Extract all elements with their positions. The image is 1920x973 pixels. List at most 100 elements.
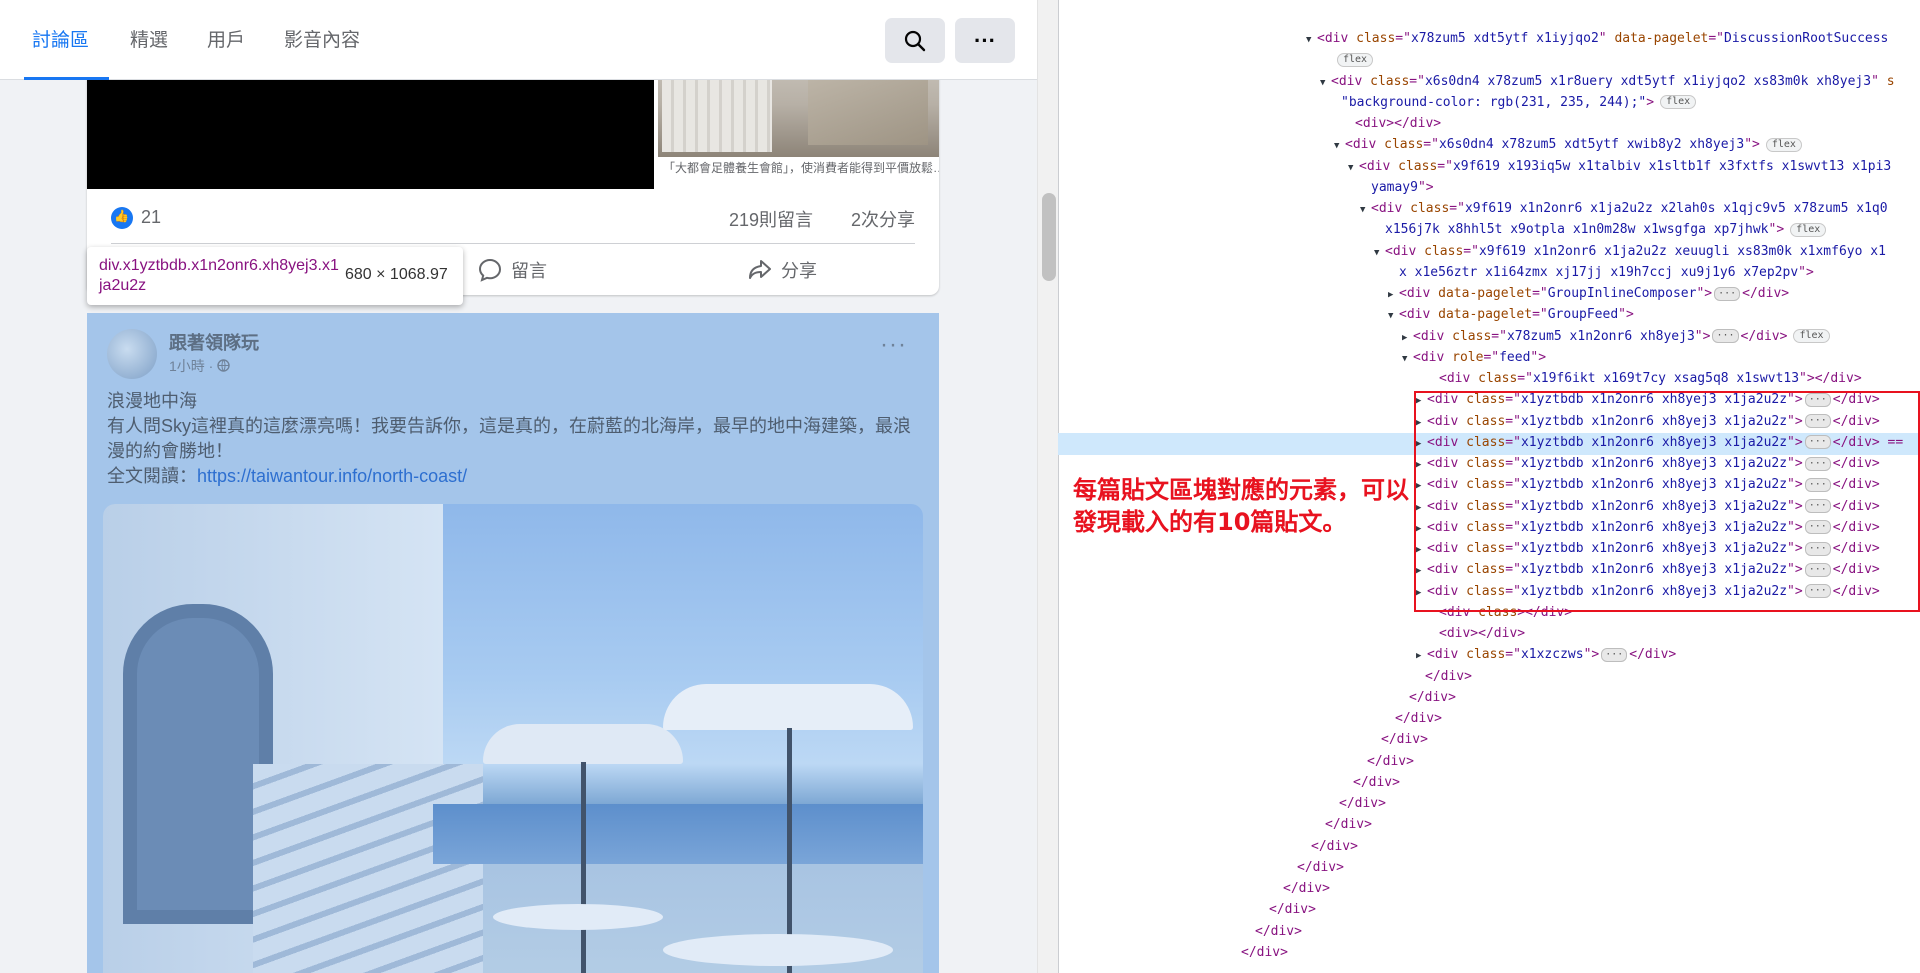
- search-button[interactable]: [885, 18, 945, 63]
- dom-node-line[interactable]: </div>: [1297, 857, 1344, 878]
- dom-node-line[interactable]: ▼ <div data-pagelet="GroupFeed">: [1388, 304, 1634, 325]
- dom-token: ">: [1417, 179, 1434, 195]
- dom-node-line[interactable]: </div>: [1339, 793, 1386, 814]
- dom-node-line[interactable]: <div></div>: [1439, 623, 1525, 644]
- avatar[interactable]: [107, 329, 157, 379]
- flex-badge[interactable]: flex: [1660, 95, 1697, 110]
- dom-token: =": [1463, 243, 1479, 259]
- comment-count[interactable]: 219則留言: [729, 206, 813, 232]
- post-timestamp[interactable]: 1小時 ·: [169, 356, 230, 376]
- share-count[interactable]: 2次分享: [851, 206, 915, 232]
- devtools-elements-panel: ▼ <div class="x78zum5 xdt5ytf x1iyjqo2" d…: [1058, 0, 1920, 973]
- collapse-triangle-icon[interactable]: ▶: [1402, 328, 1413, 349]
- dom-token: </div>: [1353, 774, 1400, 790]
- dom-token: =": [1409, 73, 1425, 89]
- dom-node-line[interactable]: ▼ <div class="x6s0dn4 x78zum5 x1r8uery xd…: [1320, 71, 1895, 92]
- post-author[interactable]: 跟著領隊玩: [169, 329, 259, 355]
- tab-media[interactable]: 影音內容: [264, 0, 380, 80]
- comment-button[interactable]: 留言: [477, 250, 547, 290]
- dom-token: x78zum5 xdt5ytf x1iyjqo2: [1410, 31, 1599, 46]
- dom-node-line[interactable]: </div>: [1395, 708, 1442, 729]
- dom-node-line[interactable]: </div>: [1311, 836, 1358, 857]
- post-link[interactable]: https://taiwantour.info/north-coast/: [197, 466, 467, 486]
- reaction-count[interactable]: 21: [141, 207, 161, 228]
- dom-node-line[interactable]: ▼ <div role="feed">: [1402, 347, 1546, 368]
- dom-node-line[interactable]: </div>: [1367, 751, 1414, 772]
- dom-node-line[interactable]: </div>: [1353, 772, 1400, 793]
- search-icon: [904, 30, 926, 51]
- post-time-text: 1小時 ·: [169, 358, 218, 374]
- dom-token: class: [1356, 31, 1396, 46]
- dom-node-line[interactable]: ▶ <div class="x1xzczws"> ··· </div>: [1416, 644, 1676, 665]
- expand-triangle-icon[interactable]: ▼: [1306, 30, 1317, 51]
- page-scrollbar[interactable]: [1037, 0, 1058, 973]
- collapsed-children-button[interactable]: ···: [1601, 647, 1628, 662]
- more-options-button[interactable]: ···: [955, 18, 1015, 63]
- dom-node-line[interactable]: "background-color: rgb(231, 235, 244);">…: [1341, 92, 1697, 113]
- expand-triangle-icon[interactable]: ▼: [1360, 200, 1371, 221]
- dom-token: </div>: [1425, 668, 1472, 684]
- expand-triangle-icon[interactable]: ▼: [1388, 306, 1399, 327]
- dom-node-line[interactable]: ▼ <div class="x9f619 x1n2onr6 x1ja2u2z x2…: [1360, 198, 1888, 219]
- dom-token: =": [1532, 307, 1548, 323]
- dom-token: </div>: [1381, 732, 1428, 748]
- photo-table: [493, 904, 663, 930]
- post-photo[interactable]: [103, 504, 923, 973]
- flex-badge[interactable]: flex: [1337, 52, 1374, 67]
- dom-node-line[interactable]: </div>: [1269, 899, 1316, 920]
- tooltip-dimensions: 680 × 1068.97: [345, 266, 448, 283]
- dom-node-line[interactable]: ▶ <div data-pagelet="GroupInlineComposer"…: [1388, 283, 1789, 304]
- dom-closing-tag: </div>: [1629, 647, 1677, 663]
- dom-token: ">: [1694, 328, 1711, 344]
- expand-triangle-icon[interactable]: ▼: [1402, 349, 1413, 370]
- collapsed-children-button[interactable]: ···: [1714, 286, 1741, 301]
- dom-node-line[interactable]: </div>: [1325, 814, 1372, 835]
- dom-token: <div></div>: [1355, 116, 1442, 131]
- dom-node-line[interactable]: <div class="x19f6ikt x169t7cy xsag5q8 x1…: [1439, 368, 1862, 389]
- dom-node-line[interactable]: ▶ <div class="x78zum5 x1n2onr6 xh8yej3"> ·…: [1402, 326, 1830, 347]
- dom-node-line[interactable]: flex: [1331, 49, 1374, 70]
- dom-node-line[interactable]: <div></div>: [1355, 113, 1441, 134]
- collapse-triangle-icon[interactable]: ▶: [1388, 285, 1399, 306]
- dom-token: <div: [1371, 201, 1411, 216]
- link-preview-caption[interactable]: 「大都會足體養生會館」，使消費者能得到平價放鬆…: [663, 160, 939, 189]
- dom-node-line[interactable]: </div>: [1255, 921, 1302, 942]
- dom-node-line[interactable]: ▼ <div class="x9f619 x193iq5w x1talbiv x1…: [1348, 156, 1891, 177]
- dom-node-line[interactable]: ▼ <div class="x6s0dn4 x78zum5 xdt5ytf xwi…: [1334, 134, 1802, 155]
- expand-triangle-icon[interactable]: ▼: [1320, 73, 1331, 94]
- flex-badge[interactable]: flex: [1790, 222, 1827, 237]
- dom-node-line[interactable]: yamay9">: [1371, 177, 1434, 198]
- dom-token: </div>: [1283, 881, 1330, 896]
- dom-node-line[interactable]: </div>: [1425, 666, 1472, 687]
- collapsed-children-button[interactable]: ···: [1712, 329, 1739, 343]
- scrollbar-thumb[interactable]: [1042, 193, 1056, 281]
- dom-closing-tag: </div>: [1742, 286, 1790, 301]
- dom-token: <div: [1427, 647, 1467, 663]
- dom-node-line[interactable]: ▼ <div class="x78zum5 xdt5ytf x1iyjqo2" d…: [1306, 28, 1888, 49]
- devtools-separator[interactable]: [1058, 0, 1059, 973]
- flex-badge[interactable]: flex: [1765, 137, 1802, 152]
- inspector-tooltip: div.x1yztbdb.x1n2onr6.xh8yej3.x1ja2u2z 6…: [87, 247, 463, 305]
- collapse-triangle-icon[interactable]: ▶: [1416, 646, 1427, 667]
- dom-node-line[interactable]: </div>: [1409, 687, 1456, 708]
- dom-node-line[interactable]: x x1e56ztr x1i64zmx xj17jj x19h7ccj xu9j…: [1399, 262, 1814, 283]
- dom-node-line[interactable]: </div>: [1381, 729, 1428, 750]
- photo-umbrella: [663, 684, 913, 730]
- dom-token: </div>: [1325, 817, 1372, 833]
- dom-node-line[interactable]: ▼ <div class="x9f619 x1n2onr6 x1ja2u2z xe…: [1374, 241, 1886, 262]
- dom-node-line[interactable]: x156j7k x8hhl5t x9otpla x1n0m28w x1wsgfg…: [1385, 219, 1827, 240]
- post-more-button[interactable]: ···: [880, 331, 907, 359]
- expand-triangle-icon[interactable]: ▼: [1334, 136, 1345, 157]
- dom-node-line[interactable]: </div>: [1283, 878, 1330, 899]
- expand-triangle-icon[interactable]: ▼: [1374, 243, 1385, 264]
- share-button[interactable]: 分享: [747, 250, 817, 290]
- dom-node-line[interactable]: </div>: [1241, 942, 1288, 963]
- dom-token: <div: [1385, 243, 1425, 259]
- dom-token: class: [1398, 158, 1438, 174]
- expand-triangle-icon[interactable]: ▼: [1348, 158, 1359, 179]
- flex-badge[interactable]: flex: [1793, 329, 1830, 343]
- tab-featured[interactable]: 精選: [110, 0, 188, 80]
- dom-token: x6s0dn4 x78zum5 x1r8uery xdt5ytf x1iyjqo…: [1424, 73, 1872, 89]
- tab-discussion[interactable]: 討論區: [12, 0, 110, 80]
- tab-members[interactable]: 用戶: [187, 0, 265, 80]
